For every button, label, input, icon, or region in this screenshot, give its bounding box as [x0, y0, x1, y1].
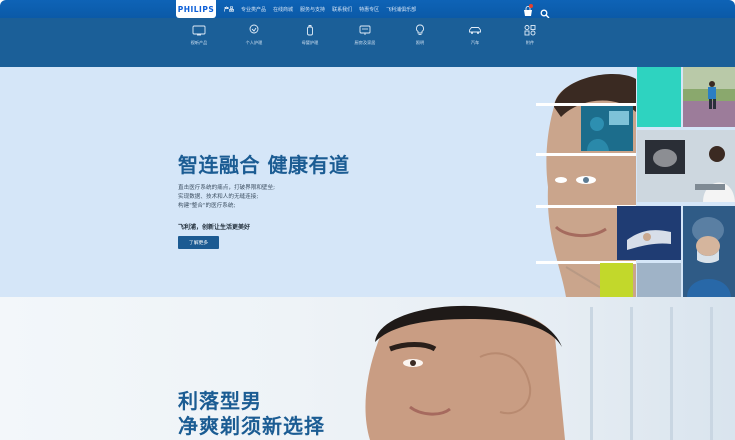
hero1-tagline: 飞利浦，创新让生活更美好: [178, 224, 251, 231]
nav-item-online-store[interactable]: 在线商城: [273, 6, 293, 13]
man-portrait-image: [350, 297, 570, 440]
office-background: [560, 297, 735, 440]
baby-bottle-icon: [307, 25, 313, 36]
lightbulb-icon: [416, 24, 424, 35]
lime-color-block: [600, 263, 633, 297]
personal-care-icon: [249, 24, 259, 34]
category-lighting[interactable]: 照明: [400, 24, 440, 62]
nav-item-contact[interactable]: 联系我们: [332, 6, 352, 13]
runner-outdoor-image: [683, 67, 735, 127]
category-accessories[interactable]: 附件: [510, 24, 550, 62]
category-personal-care[interactable]: 个人护理: [234, 24, 274, 62]
category-label: 视听产品: [190, 40, 208, 45]
ultrasound-exam-image: [637, 130, 735, 202]
car-icon: [469, 27, 481, 34]
search-icon[interactable]: [540, 4, 550, 19]
hero1-desc-line: 构建"整合"的医疗系统;: [178, 203, 236, 209]
hero2-title-line2: 净爽剃须新选择: [178, 414, 325, 438]
lab-image: [637, 263, 681, 297]
logo-text: PHILIPS: [177, 4, 215, 14]
category-mother-baby[interactable]: 母婴护理: [290, 24, 330, 62]
cart-icon[interactable]: [523, 3, 533, 16]
category-label: 汽车: [470, 40, 480, 45]
more-icon: [524, 25, 536, 36]
nav-item-products[interactable]: 产品: [224, 6, 234, 13]
nav-item-professional[interactable]: 专业类产品: [241, 6, 266, 13]
top-nav-bar: PHILIPS 产品 专业类产品 在线商城 服务与支持 联系我们 特惠专区 飞利…: [0, 0, 735, 19]
category-label: 附件: [525, 40, 535, 45]
nav-item-deals[interactable]: 特惠专区: [359, 6, 379, 13]
nav-item-support[interactable]: 服务与支持: [300, 6, 325, 13]
hero-healthcare-banner: 智连融合 健康有道 直击医疗系统的痛点，打破界限和壁垒; 实现数据、技术和人的无…: [0, 67, 735, 297]
category-home[interactable]: 厨房及家居: [345, 24, 385, 62]
category-tv[interactable]: 视听产品: [179, 24, 219, 62]
learn-more-button[interactable]: 了解更多: [178, 236, 219, 249]
category-bar: 视听产品 个人护理 母婴护理 厨房及家居 照明 汽车 附件: [0, 18, 735, 67]
category-label: 厨房及家居: [354, 40, 376, 45]
hero1-desc-line: 直击医疗系统的痛点，打破界限和壁垒;: [178, 185, 275, 191]
hero-shaver-banner: 利落型男 净爽剃须新选择: [0, 297, 735, 440]
hero1-desc-line: 实现数据、技术和人的无缝连接;: [178, 194, 259, 200]
category-label: 母婴护理: [301, 40, 319, 45]
teal-color-block: [637, 67, 681, 127]
hero1-description: 直击医疗系统的痛点，打破界限和壁垒; 实现数据、技术和人的无缝连接; 构建"整合…: [178, 184, 275, 211]
category-label: 照明: [415, 40, 425, 45]
surgeon-hands-image: [617, 206, 681, 260]
category-label: 个人护理: [245, 40, 263, 45]
hero1-title: 智连融合 健康有道: [178, 153, 350, 177]
philips-logo[interactable]: PHILIPS: [176, 0, 216, 18]
category-car[interactable]: 汽车: [455, 24, 495, 62]
surgery-room-image: [581, 106, 633, 151]
collage-divider: [536, 153, 636, 156]
top-icons: [523, 2, 550, 19]
home-appliance-icon: [359, 25, 371, 35]
hero1-collage: [530, 67, 735, 297]
top-nav: 产品 专业类产品 在线商城 服务与支持 联系我们 特惠专区 飞利浦俱乐部: [224, 0, 416, 18]
surgeon-mask-image: [683, 206, 735, 297]
nav-item-club[interactable]: 飞利浦俱乐部: [386, 6, 416, 13]
tv-icon: [192, 25, 206, 36]
cart-badge: [529, 4, 533, 8]
